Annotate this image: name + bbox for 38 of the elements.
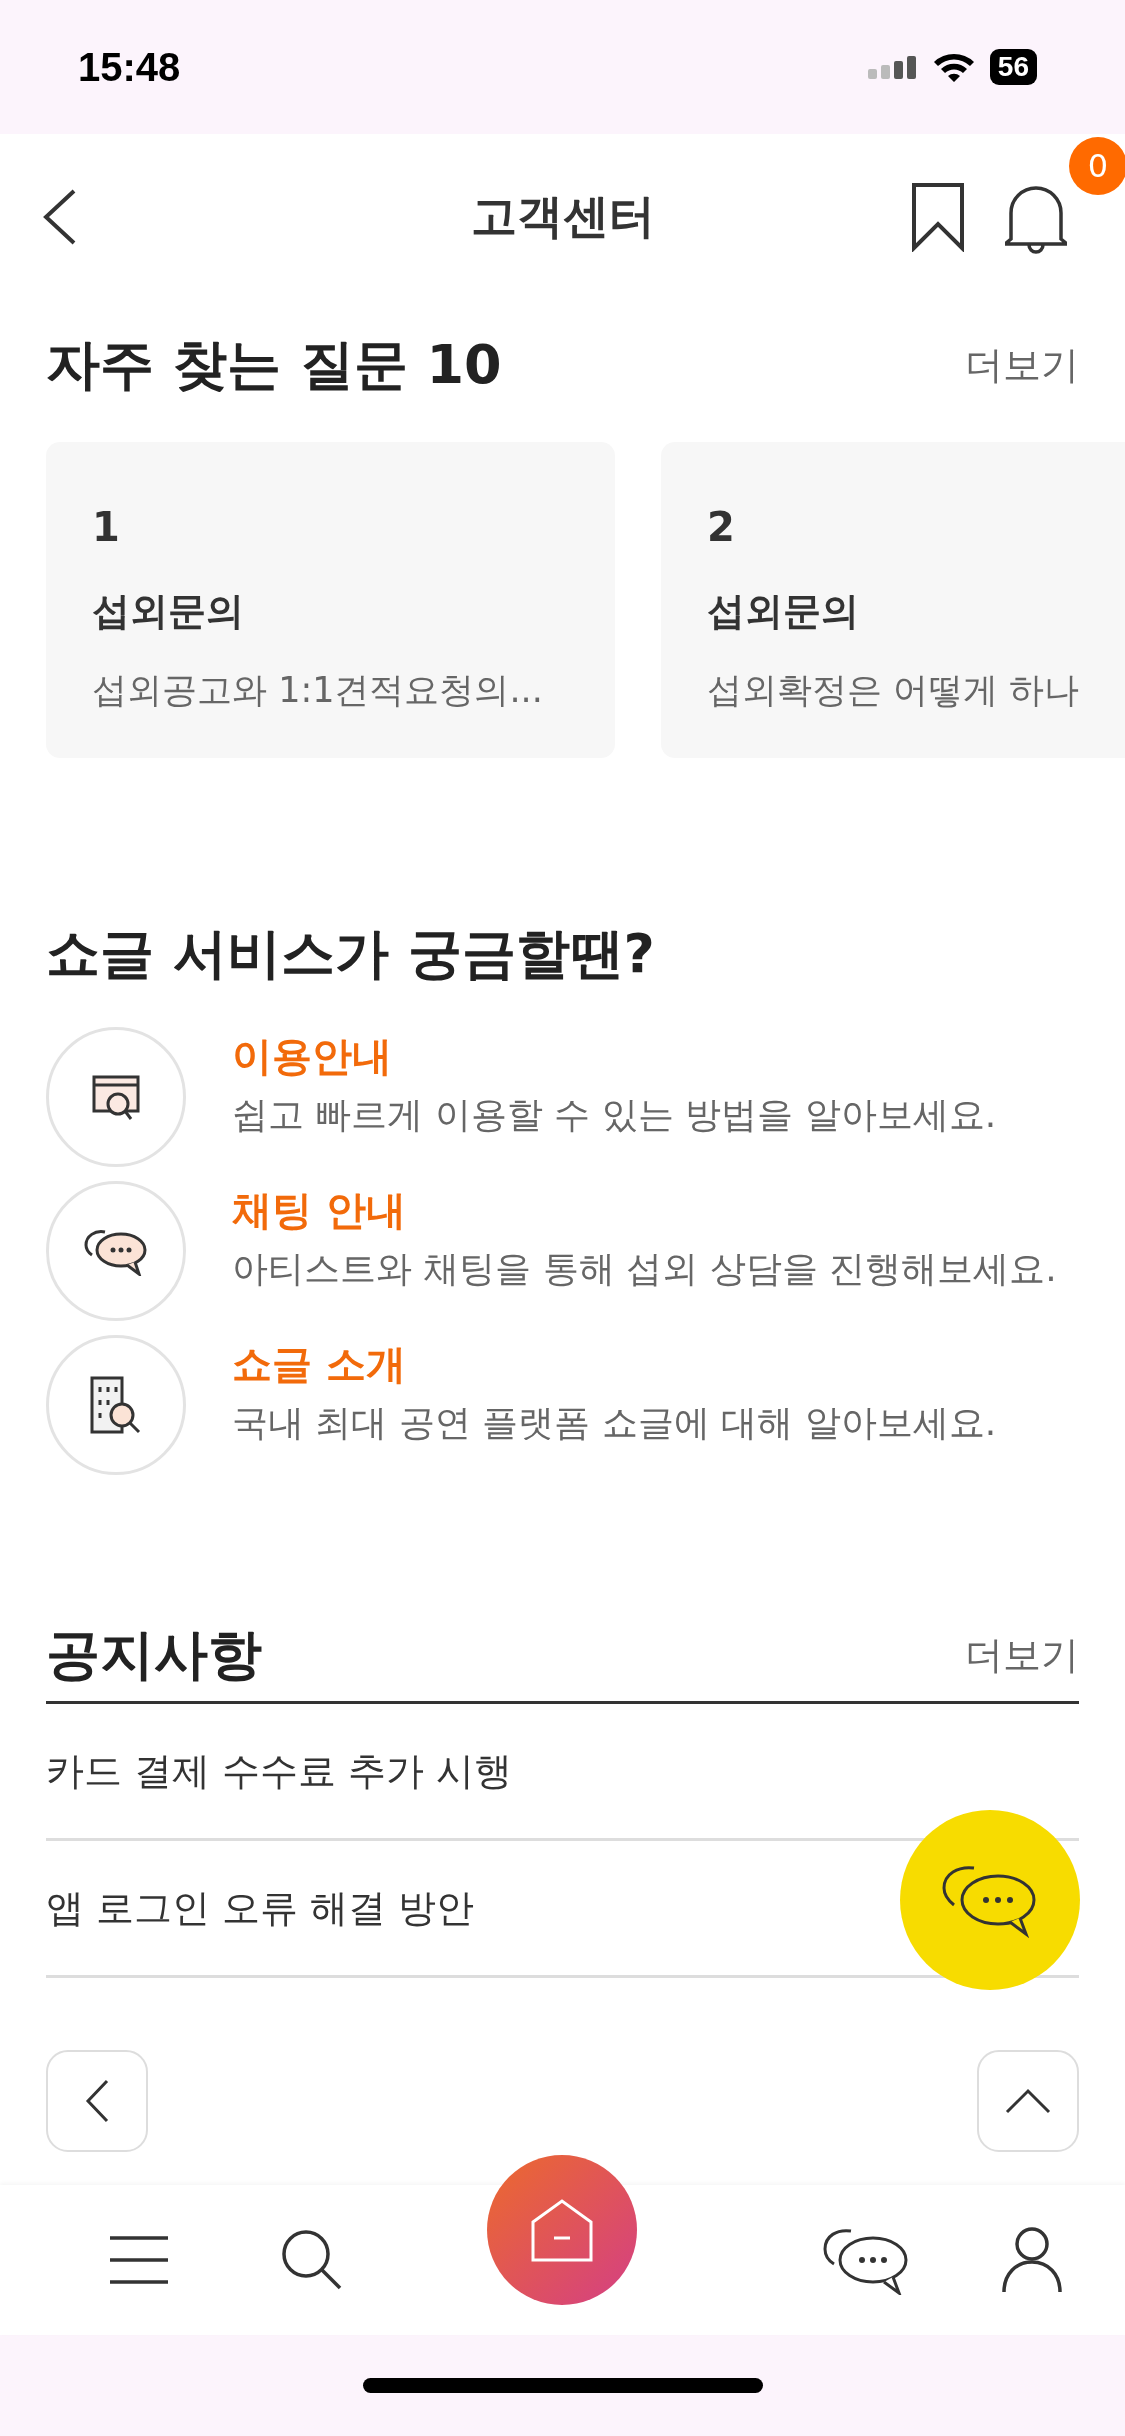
faq-card[interactable]: 2 섭외문의 섭외확정은 어떻게 하나	[661, 442, 1125, 758]
faq-number: 2	[707, 504, 736, 550]
signal-icon	[867, 55, 918, 79]
guide-description: 아티스트와 채팅을 통해 섭외 상담을 진행해보세요.	[232, 1248, 1057, 1290]
more-link[interactable]: 더보기	[965, 1629, 1079, 1681]
profile-icon[interactable]	[1001, 2226, 1063, 2294]
section-title: 쇼글 서비스가 궁금할땐?	[46, 921, 656, 987]
guide-icon-circle[interactable]	[46, 1181, 186, 1321]
faq-number: 1	[92, 504, 121, 550]
faq-card[interactable]: 1 섭외문의 섭외공고와 1:1견적요청의...	[46, 442, 615, 758]
guide-description: 국내 최대 공연 플랫폼 쇼글에 대해 알아보세요.	[232, 1402, 997, 1444]
section-title: 공지사항	[46, 1621, 262, 1688]
home-icon	[530, 2198, 594, 2262]
menu-icon[interactable]	[108, 2235, 170, 2285]
guide-description: 쉽고 빠르게 이용할 수 있는 방법을 알아보세요.	[232, 1094, 997, 1136]
guide-icon-circle[interactable]	[46, 1335, 186, 1475]
guide-icon-circle[interactable]	[46, 1027, 186, 1167]
status-time: 15:48	[78, 44, 181, 90]
bookmark-icon[interactable]	[911, 182, 965, 252]
scroll-top-button[interactable]	[977, 2050, 1079, 2152]
search-icon[interactable]	[280, 2228, 344, 2292]
building-search-icon	[89, 1375, 143, 1435]
caret-up-icon	[1005, 2088, 1051, 2114]
back-icon	[85, 2079, 109, 2123]
notice-title[interactable]: 카드 결제 수수료 추가 시행	[46, 1745, 513, 1797]
battery-level: 56	[989, 49, 1037, 85]
faq-category: 섭외문의	[92, 588, 245, 635]
more-link[interactable]: 더보기	[965, 339, 1079, 391]
faq-question: 섭외확정은 어떻게 하나	[707, 669, 1081, 712]
guide-title[interactable]: 이용안내	[232, 1029, 997, 1084]
faq-question: 섭외공고와 1:1견적요청의...	[92, 669, 544, 712]
notification-badge: 0	[1069, 137, 1125, 195]
faq-category: 섭외문의	[707, 588, 860, 635]
guide-title[interactable]: 채팅 안내	[232, 1183, 1057, 1238]
page-title: 고객센터	[470, 189, 655, 243]
guide-title[interactable]: 쇼글 소개	[232, 1337, 997, 1392]
section-title: 자주 찾는 질문 10	[46, 331, 502, 398]
notice-title[interactable]: 앱 로그인 오류 해결 방안	[46, 1882, 475, 1934]
